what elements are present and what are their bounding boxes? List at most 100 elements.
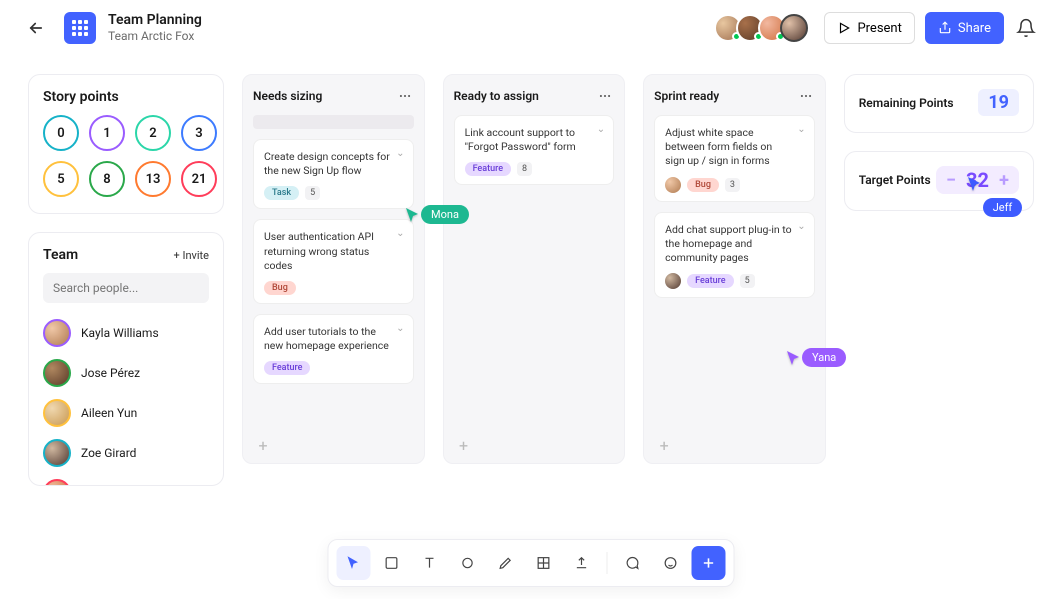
member-name: Kayla Williams <box>81 326 159 340</box>
avatar <box>43 439 71 467</box>
team-member[interactable]: Aileen Yun <box>43 393 209 433</box>
kanban-card[interactable]: ⌄Adjust white space between form fields … <box>654 115 815 202</box>
card-tag: Bug <box>687 178 719 192</box>
team-member[interactable]: Kayla Williams <box>43 313 209 353</box>
member-name: Zoe Girard <box>81 446 136 460</box>
add-card-button[interactable]: + <box>454 435 474 455</box>
target-points-value: 32 <box>966 168 989 192</box>
remaining-points-value: 19 <box>978 89 1019 116</box>
avatar[interactable] <box>780 14 808 42</box>
assignee-avatar <box>665 273 681 289</box>
invite-button[interactable]: + Invite <box>174 249 209 262</box>
add-card-button[interactable]: + <box>253 435 273 455</box>
tool-pointer[interactable] <box>337 546 371 580</box>
card-placeholder <box>253 115 414 129</box>
avatar <box>43 399 71 427</box>
tool-frame[interactable] <box>527 546 561 580</box>
upload-icon <box>574 555 590 571</box>
story-points-panel: Story points 0123 58 13 21 <box>28 74 224 214</box>
team-member[interactable]: Zoe Girard <box>43 433 209 473</box>
tool-add[interactable] <box>692 546 726 580</box>
back-button[interactable] <box>24 16 48 40</box>
kanban-card[interactable]: ⌄Create design concepts for the new Sign… <box>253 139 414 209</box>
chevron-down-icon[interactable]: ⌄ <box>396 148 404 159</box>
smiley-icon <box>663 555 679 571</box>
card-tag: Feature <box>687 274 733 288</box>
tool-reactions[interactable] <box>654 546 688 580</box>
pointer-icon <box>345 554 363 572</box>
story-point-chip-8[interactable]: 8 <box>89 161 125 197</box>
column-title: Sprint ready <box>654 89 719 103</box>
chevron-down-icon[interactable]: ⌄ <box>396 228 404 239</box>
tool-sticky[interactable] <box>375 546 409 580</box>
kanban-card[interactable]: ⌄Link account support to "Forgot Passwor… <box>454 115 615 185</box>
avatar <box>43 359 71 387</box>
card-tag: Task <box>264 186 299 200</box>
story-point-chip-5[interactable]: 5 <box>43 161 79 197</box>
story-point-chip-13[interactable]: 13 <box>135 161 171 197</box>
presence-avatars[interactable] <box>720 14 808 42</box>
app-logo[interactable] <box>64 12 96 44</box>
team-member[interactable]: Sandy Moreau <box>43 473 209 486</box>
tool-shape[interactable] <box>451 546 485 580</box>
plus-icon <box>701 555 717 571</box>
story-point-chip-2[interactable]: 2 <box>135 115 171 151</box>
arrow-left-icon <box>27 19 45 37</box>
story-point-chip-21[interactable]: 21 <box>181 161 217 197</box>
chevron-down-icon[interactable]: ⌄ <box>797 124 805 135</box>
column-sprint-ready: Sprint ready⌄Adjust white space between … <box>643 74 826 464</box>
kanban-card[interactable]: ⌄Add chat support plug-in to the homepag… <box>654 212 815 299</box>
chevron-down-icon[interactable]: ⌄ <box>597 124 605 135</box>
remaining-points-panel: Remaining Points 19 <box>844 74 1034 133</box>
member-name: Jose Pérez <box>81 366 140 380</box>
share-button[interactable]: Share <box>925 12 1004 44</box>
kanban-card[interactable]: ⌄User authentication API returning wrong… <box>253 219 414 304</box>
story-point-chip-1[interactable]: 1 <box>89 115 125 151</box>
bell-icon <box>1016 18 1036 38</box>
tool-upload[interactable] <box>565 546 599 580</box>
story-point-chip-0[interactable]: 0 <box>43 115 79 151</box>
comment-icon <box>625 555 641 571</box>
team-panel: Team + Invite Kayla WilliamsJose PérezAi… <box>28 232 224 486</box>
notifications-button[interactable] <box>1014 16 1038 40</box>
circle-icon <box>460 555 476 571</box>
search-input[interactable] <box>43 273 209 303</box>
chevron-down-icon[interactable]: ⌄ <box>797 221 805 232</box>
target-decrement[interactable]: − <box>944 170 958 191</box>
card-title: Link account support to "Forgot Password… <box>465 126 604 154</box>
team-name: Team Arctic Fox <box>108 29 202 43</box>
story-point-chip-3[interactable]: 3 <box>181 115 217 151</box>
column-menu-button[interactable] <box>596 87 614 105</box>
card-points: 5 <box>740 274 755 288</box>
cursor-label-jeff: Jeff <box>983 198 1023 217</box>
card-title: Adjust white space between form fields o… <box>665 126 804 169</box>
sticky-note-icon <box>384 555 400 571</box>
pen-icon <box>498 555 514 571</box>
assignee-avatar <box>665 177 681 193</box>
target-increment[interactable]: + <box>997 170 1011 191</box>
add-card-button[interactable]: + <box>654 435 674 455</box>
chevron-down-icon[interactable]: ⌄ <box>396 323 404 334</box>
card-points: 3 <box>725 178 740 192</box>
member-name: Aileen Yun <box>81 406 137 420</box>
present-button[interactable]: Present <box>824 12 914 44</box>
column-needs-sizing: Needs sizing⌄Create design concepts for … <box>242 74 425 464</box>
card-points: 5 <box>305 186 320 200</box>
grid-icon <box>536 555 552 571</box>
kanban-card[interactable]: ⌄Add user tutorials to the new homepage … <box>253 314 414 384</box>
column-title: Ready to assign <box>454 89 539 103</box>
story-points-title: Story points <box>43 89 209 105</box>
column-menu-button[interactable] <box>396 87 414 105</box>
play-icon <box>837 21 851 35</box>
card-tag: Feature <box>264 361 310 375</box>
card-points: 8 <box>517 162 532 176</box>
share-icon <box>938 21 952 35</box>
team-member[interactable]: Jose Pérez <box>43 353 209 393</box>
column-menu-button[interactable] <box>797 87 815 105</box>
tool-text[interactable] <box>413 546 447 580</box>
tool-pen[interactable] <box>489 546 523 580</box>
card-title: Add chat support plug-in to the homepage… <box>665 223 804 266</box>
header: Team Planning Team Arctic Fox Present Sh… <box>0 0 1062 56</box>
tool-comment[interactable] <box>616 546 650 580</box>
column-ready-to-assign: Ready to assign ⌄Link account support to … <box>443 74 626 464</box>
